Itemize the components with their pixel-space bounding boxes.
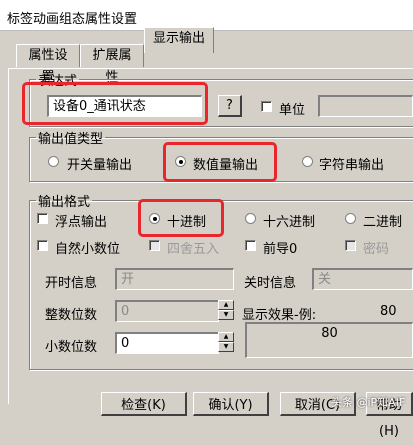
watermark: 头条 @iP知AIF: [331, 396, 406, 409]
radio-hex[interactable]: [245, 213, 256, 224]
unit-label: 单位: [279, 103, 306, 118]
round-label: 四舍五入: [167, 242, 220, 257]
tab-attributes[interactable]: 属性设置: [16, 44, 80, 85]
unit-checkbox[interactable]: [261, 101, 272, 112]
decimal-digits-stepper[interactable]: ▲ ▼: [218, 332, 234, 354]
stepper-down-icon[interactable]: ▼: [218, 342, 234, 352]
float-output-label: 浮点输出: [55, 215, 108, 230]
highlight-decimal: [138, 199, 224, 237]
output-type-legend: 输出值类型: [38, 132, 104, 147]
on-info-label: 开时信息: [45, 276, 98, 291]
decimal-digits-label: 小数位数: [45, 340, 98, 355]
natural-decimal-label: 自然小数位: [55, 242, 121, 257]
stepper-down-icon[interactable]: ▼: [218, 310, 234, 320]
radio-string-output[interactable]: [302, 156, 313, 167]
highlight-numeric: [163, 142, 277, 182]
browse-button[interactable]: ?: [218, 95, 242, 117]
unit-input[interactable]: [318, 95, 413, 117]
stepper-up-icon[interactable]: ▲: [218, 300, 234, 310]
confirm-button[interactable]: 确认(Y): [193, 392, 269, 416]
stepper-up-icon[interactable]: ▲: [218, 332, 234, 342]
int-digits-stepper[interactable]: ▲ ▼: [218, 300, 234, 322]
leading-zero-label: 前导0: [263, 242, 298, 257]
round-checkbox[interactable]: [149, 240, 160, 251]
binary-label: 二进制: [363, 215, 403, 230]
float-output-checkbox[interactable]: [37, 213, 48, 224]
string-output-label: 字符串输出: [319, 158, 385, 173]
password-label: 密码: [363, 242, 390, 257]
off-info-label: 关时信息: [244, 276, 297, 291]
radio-switch-output[interactable]: [48, 156, 59, 167]
int-digits-label: 整数位数: [45, 308, 98, 323]
tab-strip: 属性设置 扩展属性 显示输出: [0, 27, 413, 85]
on-info-input[interactable]: 开: [115, 268, 234, 290]
highlight-expression: [22, 82, 208, 125]
output-format-legend: 输出格式: [38, 195, 91, 210]
radio-binary[interactable]: [345, 213, 356, 224]
check-button[interactable]: 检查(K): [101, 392, 187, 416]
preview-label: 显示效果-例:: [242, 308, 317, 323]
leading-zero-checkbox[interactable]: [245, 240, 256, 251]
password-checkbox[interactable]: [345, 240, 356, 251]
off-info-input[interactable]: 关: [312, 268, 413, 290]
preview-example: 80: [380, 304, 397, 319]
tab-extended[interactable]: 扩展属性: [80, 44, 144, 85]
window-title: 标签动画组态属性设置: [7, 12, 138, 27]
int-digits-input[interactable]: 0: [115, 300, 219, 322]
hex-label: 十六进制: [263, 215, 316, 230]
decimal-digits-input[interactable]: 0: [115, 332, 219, 354]
natural-decimal-checkbox[interactable]: [37, 240, 48, 251]
switch-output-label: 开关量输出: [67, 158, 133, 173]
preview-box: 80: [245, 322, 413, 358]
tab-display-output[interactable]: 显示输出: [144, 27, 214, 53]
